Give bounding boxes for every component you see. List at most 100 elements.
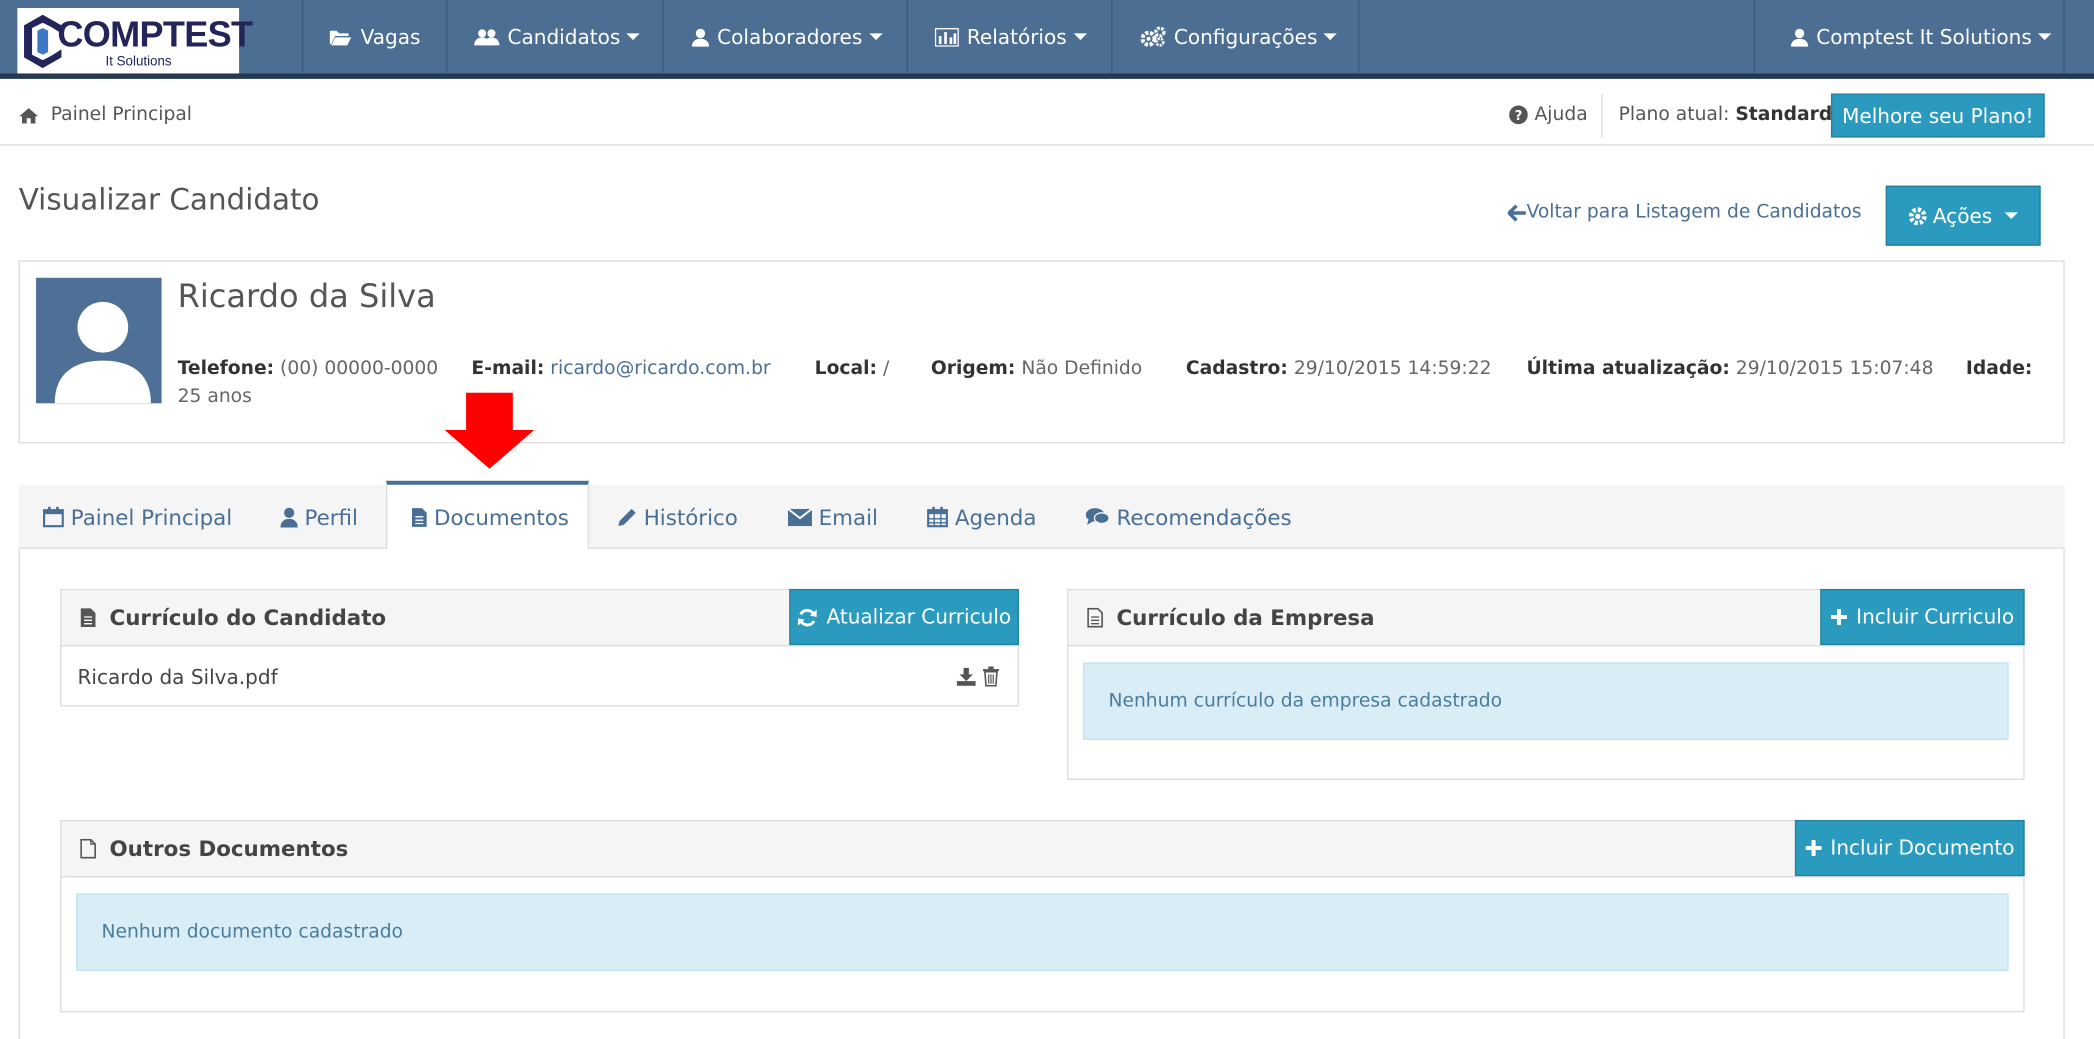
- file-icon: [412, 507, 427, 527]
- breadcrumb[interactable]: Painel Principal: [19, 104, 192, 126]
- calendar-icon: [43, 506, 64, 528]
- nav-separator: [301, 0, 304, 74]
- upgrade-plan-button[interactable]: Melhore seu Plano!: [1830, 93, 2045, 138]
- candidate-updated: Última atualização: 29/10/2015 15:07:48: [1526, 357, 1934, 380]
- nav-separator: [662, 0, 664, 74]
- tab-perfil[interactable]: Perfil: [280, 485, 358, 549]
- user-silhouette-icon: [54, 301, 151, 404]
- chevron-down-icon: [868, 33, 883, 41]
- refresh-icon: [797, 608, 817, 626]
- panel-header: Currículo do Candidato Atualizar Curricu…: [61, 588, 1019, 647]
- breadcrumb-home: Painel Principal: [50, 104, 192, 126]
- add-cv-button[interactable]: Incluir Curriculo: [1820, 588, 2025, 646]
- candidate-local: Local: /: [814, 357, 890, 380]
- top-navbar: Vagas Candidatos Colaboradores Relatório…: [0, 0, 2094, 79]
- download-icon[interactable]: [956, 667, 976, 687]
- tab-label: Histórico: [643, 504, 738, 530]
- tab-label: Painel Principal: [70, 504, 233, 530]
- arrow-left-icon: [1507, 203, 1526, 221]
- logo-subtitle: It Solutions: [105, 54, 172, 70]
- actions-label: Ações: [1932, 203, 1993, 228]
- candidate-cv-panel: Currículo do Candidato Atualizar Curricu…: [60, 588, 1019, 707]
- update-cv-button[interactable]: Atualizar Curriculo: [789, 588, 1019, 646]
- current-plan: Plano atual: Standard: [1619, 104, 1833, 125]
- empty-documents-alert: Nenhum documento cadastrado: [76, 893, 2009, 971]
- chevron-down-icon: [2038, 33, 2052, 41]
- candidate-email: E-mail: ricardo@ricardo.com.br: [471, 357, 771, 380]
- empty-company-cv-alert: Nenhum currículo da empresa cadastrado: [1083, 662, 2009, 740]
- plan-label: Plano atual:: [1618, 104, 1730, 126]
- tab-painel-principal[interactable]: Painel Principal: [43, 485, 232, 549]
- nav-colaboradores[interactable]: Colaboradores: [691, 0, 883, 73]
- user-icon: [691, 28, 710, 47]
- nav-vagas-label: Vagas: [360, 24, 421, 49]
- candidate-age: 25 anos: [177, 385, 252, 408]
- actions-dropdown-button[interactable]: Ações: [1885, 185, 2041, 246]
- trash-icon[interactable]: [982, 666, 999, 687]
- file-outline-icon: [80, 838, 96, 859]
- nav-separator: [2063, 0, 2065, 74]
- bar-chart-icon: [934, 27, 959, 47]
- avatar: [36, 277, 162, 404]
- home-icon: [19, 107, 39, 123]
- page-title: Visualizar Candidato: [18, 184, 320, 218]
- tab-label: Agenda: [954, 504, 1037, 530]
- question-circle-icon: ?: [1509, 105, 1528, 125]
- add-document-button[interactable]: Incluir Documento: [1794, 819, 2025, 877]
- panel-title: Currículo da Empresa: [1087, 605, 1375, 630]
- file-text-icon: [80, 608, 96, 628]
- panel-title: Currículo do Candidato: [80, 605, 386, 630]
- nav-candidatos[interactable]: Candidatos: [474, 0, 641, 73]
- chevron-down-icon: [1073, 33, 1087, 41]
- nav-relatorios[interactable]: Relatórios: [934, 0, 1087, 73]
- help-label: Ajuda: [1534, 104, 1588, 126]
- logo-wordmark: COMPTEST: [57, 14, 253, 55]
- nav-separator: [1111, 0, 1113, 74]
- cv-file-name[interactable]: Ricardo da Silva.pdf: [77, 665, 277, 689]
- nav-account-label: Comptest It Solutions: [1816, 24, 2032, 49]
- envelope-icon: [787, 508, 812, 526]
- panel-header: Outros Documentos Incluir Documento: [61, 819, 2025, 878]
- plan-value: Standard: [1735, 104, 1833, 126]
- gear-icon: [1909, 206, 1928, 225]
- tab-historico[interactable]: Histórico: [617, 485, 738, 549]
- tab-documentos[interactable]: Documentos: [411, 485, 569, 549]
- red-arrow-down-icon: [444, 392, 535, 469]
- nav-separator: [1753, 0, 1755, 74]
- pencil-icon: [618, 508, 636, 526]
- tab-email[interactable]: Email: [787, 485, 878, 549]
- tab-recomendacoes[interactable]: Recomendações: [1085, 485, 1292, 549]
- chevron-down-icon: [626, 33, 641, 41]
- nav-configuracoes[interactable]: Configurações: [1140, 0, 1338, 73]
- help-link[interactable]: ? Ajuda: [1509, 104, 1588, 126]
- other-documents-panel: Outros Documentos Incluir Documento Nenh…: [60, 819, 2025, 1013]
- tab-label: Recomendações: [1116, 504, 1292, 530]
- nav-separator: [446, 0, 448, 74]
- nav-account[interactable]: Comptest It Solutions: [1790, 0, 2052, 73]
- calendar-grid-icon: [927, 506, 948, 528]
- nav-colaboradores-label: Colaboradores: [717, 24, 863, 49]
- user-icon: [280, 507, 298, 527]
- candidate-phone: Telefone: (00) 00000-0000: [177, 357, 439, 380]
- tab-agenda[interactable]: Agenda: [927, 485, 1037, 549]
- nav-relatorios-label: Relatórios: [966, 24, 1067, 49]
- plus-icon: [1805, 840, 1822, 857]
- nav-configuracoes-label: Configurações: [1173, 24, 1318, 49]
- email-link[interactable]: ricardo@ricardo.com.br: [550, 358, 770, 379]
- panel-title: Outros Documentos: [80, 836, 348, 861]
- candidate-name: Ricardo da Silva: [177, 277, 436, 316]
- candidate-created: Cadastro: 29/10/2015 14:59:22: [1185, 357, 1492, 380]
- candidate-origin: Origem: Não Definido: [930, 357, 1143, 380]
- nav-separator: [906, 0, 909, 74]
- nav-separator: [1358, 0, 1360, 74]
- comments-icon: [1085, 508, 1110, 525]
- file-text-outline-icon: [1087, 607, 1103, 628]
- back-to-list-link[interactable]: Voltar para Listagem de Candidatos: [1507, 202, 1862, 223]
- folder-open-icon: [329, 30, 352, 45]
- chevron-down-icon: [1324, 33, 1338, 41]
- divider: [1601, 93, 1603, 138]
- tab-label: Documentos: [434, 504, 569, 530]
- brand-logo[interactable]: COMPTEST It Solutions: [17, 8, 253, 74]
- nav-candidatos-label: Candidatos: [507, 24, 621, 49]
- nav-vagas[interactable]: Vagas: [329, 0, 421, 73]
